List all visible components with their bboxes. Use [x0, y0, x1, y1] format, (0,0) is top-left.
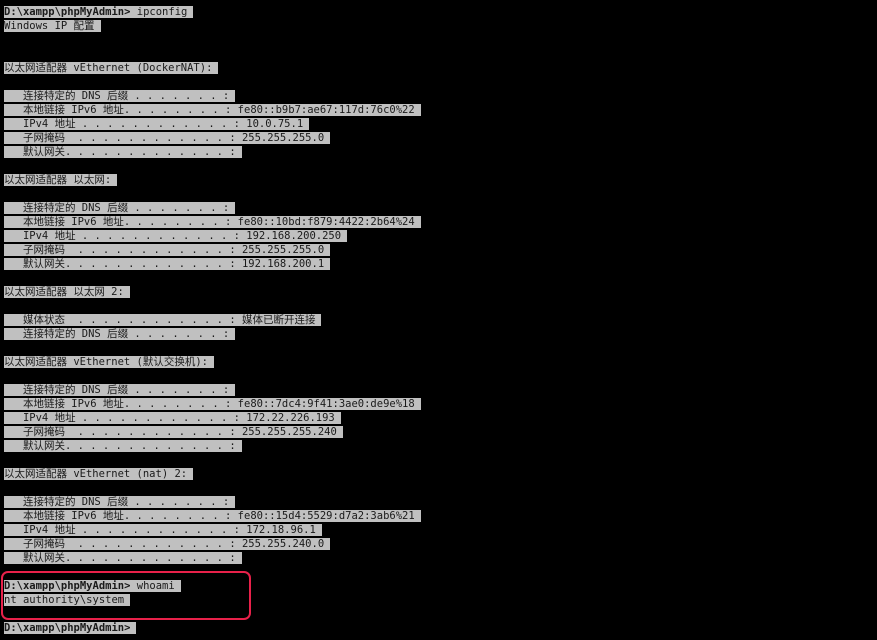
output-text: 连接特定的 DNS 后缀 . . . . . . . : [4, 328, 236, 340]
output-text: 媒体状态 . . . . . . . . . . . . : 媒体已断开连接 [4, 314, 322, 326]
output-text: IPv4 地址 . . . . . . . . . . . . : 172.22… [4, 412, 341, 424]
output-text: 默认网关. . . . . . . . . . . . . : [4, 552, 242, 564]
output-text: 以太网适配器 以太网: [4, 174, 118, 186]
output-line: 默认网关. . . . . . . . . . . . . : [4, 551, 242, 565]
output-text: 默认网关. . . . . . . . . . . . . : 192.168.… [4, 258, 331, 270]
output-text: 本地链接 IPv6 地址. . . . . . . . : fe80::15d4… [4, 510, 421, 522]
output-text: 子网掩码 . . . . . . . . . . . . : 255.255.2… [4, 244, 331, 256]
output-line: 子网掩码 . . . . . . . . . . . . : 255.255.2… [4, 425, 343, 439]
output-line: 连接特定的 DNS 后缀 . . . . . . . : [4, 327, 236, 341]
output-line: 本地链接 IPv6 地址. . . . . . . . : fe80::15d4… [4, 509, 421, 523]
output-text: 本地链接 IPv6 地址. . . . . . . . : fe80::7dc4… [4, 398, 421, 410]
output-line: 以太网适配器 以太网 2: [4, 285, 130, 299]
output-text: 连接特定的 DNS 后缀 . . . . . . . : [4, 384, 236, 396]
output-line: 子网掩码 . . . . . . . . . . . . : 255.255.2… [4, 131, 331, 145]
output-line: 连接特定的 DNS 后缀 . . . . . . . : [4, 383, 236, 397]
output-text: nt authority\system [4, 594, 131, 606]
output-line: 默认网关. . . . . . . . . . . . . : 192.168.… [4, 257, 331, 271]
output-text: 以太网适配器 vEthernet (默认交换机): [4, 356, 215, 368]
output-line: 连接特定的 DNS 后缀 . . . . . . . : [4, 495, 236, 509]
prompt-line: D:\xampp\phpMyAdmin> ipconfig [4, 5, 194, 19]
output-line: 以太网适配器 vEthernet (nat) 2: [4, 467, 194, 481]
output-line: 子网掩码 . . . . . . . . . . . . : 255.255.2… [4, 243, 331, 257]
prompt-line: D:\xampp\phpMyAdmin> [4, 621, 137, 635]
output-line: 子网掩码 . . . . . . . . . . . . : 255.255.2… [4, 537, 331, 551]
output-text: Windows IP 配置 [4, 20, 101, 32]
output-line: IPv4 地址 . . . . . . . . . . . . : 172.18… [4, 523, 322, 537]
command-text: whoami [130, 580, 175, 592]
output-text: 连接特定的 DNS 后缀 . . . . . . . : [4, 202, 236, 214]
prompt-path: D:\xampp\phpMyAdmin> [4, 6, 131, 18]
output-line: 以太网适配器 以太网: [4, 173, 118, 187]
output-text: 本地链接 IPv6 地址. . . . . . . . : fe80::10bd… [4, 216, 421, 228]
output-text: 以太网适配器 vEthernet (nat) 2: [4, 468, 194, 480]
output-line: nt authority\system [4, 593, 131, 607]
output-line: 以太网适配器 vEthernet (DockerNAT): [4, 61, 219, 75]
output-text: 本地链接 IPv6 地址. . . . . . . . : fe80::b9b7… [4, 104, 421, 116]
output-line: IPv4 地址 . . . . . . . . . . . . : 172.22… [4, 411, 341, 425]
prompt-text: D:\xampp\phpMyAdmin> ipconfig [4, 6, 194, 18]
output-text: 子网掩码 . . . . . . . . . . . . : 255.255.2… [4, 132, 331, 144]
output-text: 默认网关. . . . . . . . . . . . . : [4, 440, 242, 452]
output-text: 以太网适配器 vEthernet (DockerNAT): [4, 62, 219, 74]
output-text: IPv4 地址 . . . . . . . . . . . . : 172.18… [4, 524, 322, 536]
output-text: 默认网关. . . . . . . . . . . . . : [4, 146, 242, 158]
output-line: 本地链接 IPv6 地址. . . . . . . . : fe80::10bd… [4, 215, 421, 229]
prompt-line: D:\xampp\phpMyAdmin> whoami [4, 579, 181, 593]
output-line: 本地链接 IPv6 地址. . . . . . . . : fe80::7dc4… [4, 397, 421, 411]
prompt-text: D:\xampp\phpMyAdmin> [4, 622, 137, 634]
output-line: 默认网关. . . . . . . . . . . . . : [4, 145, 242, 159]
output-text: 子网掩码 . . . . . . . . . . . . : 255.255.2… [4, 538, 331, 550]
output-line: 连接特定的 DNS 后缀 . . . . . . . : [4, 89, 236, 103]
prompt-path: D:\xampp\phpMyAdmin> [4, 580, 131, 592]
command-text: ipconfig [130, 6, 188, 18]
output-line: 连接特定的 DNS 后缀 . . . . . . . : [4, 201, 236, 215]
prompt-text: D:\xampp\phpMyAdmin> whoami [4, 580, 181, 592]
output-line: IPv4 地址 . . . . . . . . . . . . : 10.0.7… [4, 117, 310, 131]
output-line: 本地链接 IPv6 地址. . . . . . . . : fe80::b9b7… [4, 103, 421, 117]
output-line: IPv4 地址 . . . . . . . . . . . . : 192.16… [4, 229, 348, 243]
prompt-path: D:\xampp\phpMyAdmin> [4, 622, 131, 634]
output-text: IPv4 地址 . . . . . . . . . . . . : 10.0.7… [4, 118, 310, 130]
output-text: 连接特定的 DNS 后缀 . . . . . . . : [4, 90, 236, 102]
output-line: 媒体状态 . . . . . . . . . . . . : 媒体已断开连接 [4, 313, 322, 327]
output-text: 以太网适配器 以太网 2: [4, 286, 130, 298]
output-text: 连接特定的 DNS 后缀 . . . . . . . : [4, 496, 236, 508]
output-line: 默认网关. . . . . . . . . . . . . : [4, 439, 242, 453]
output-line: 以太网适配器 vEthernet (默认交换机): [4, 355, 215, 369]
output-text: IPv4 地址 . . . . . . . . . . . . : 192.16… [4, 230, 348, 242]
terminal-window[interactable]: D:\xampp\phpMyAdmin> ipconfig Windows IP … [0, 0, 877, 640]
output-line: Windows IP 配置 [4, 19, 101, 33]
output-text: 子网掩码 . . . . . . . . . . . . : 255.255.2… [4, 426, 343, 438]
